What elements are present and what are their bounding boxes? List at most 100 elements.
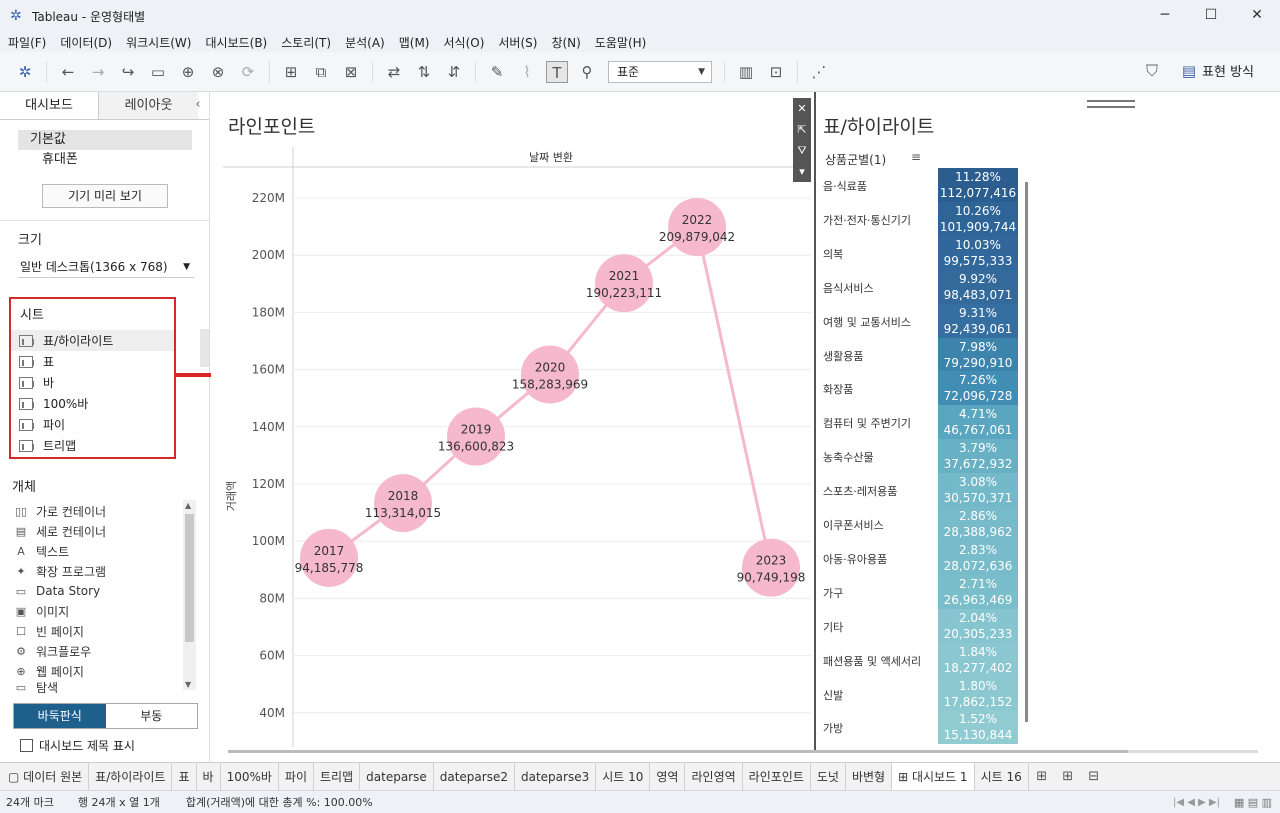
pause-updates-icon[interactable]: ⊗: [207, 61, 229, 83]
object-image[interactable]: ▣ 이미지: [14, 601, 194, 621]
object-blank[interactable]: ☐ 빈 페이지: [14, 621, 194, 641]
sheet-item[interactable]: 파이: [11, 414, 174, 435]
tab-layout[interactable]: 레이아웃: [99, 92, 198, 119]
object-navigation[interactable]: ▭ 탐색: [14, 681, 194, 693]
highlight-row[interactable]: 여행 및 교통서비스 9.31% 92,439,061: [823, 303, 1033, 338]
highlight-icon[interactable]: ✎: [486, 61, 508, 83]
highlight-row[interactable]: 생활용품 7.98% 79,290,910: [823, 337, 1033, 372]
object-extension[interactable]: ✦ 확장 프로그램: [14, 561, 194, 581]
more-options-icon[interactable]: ▾: [793, 161, 811, 182]
menu-story[interactable]: 스토리(T): [281, 34, 331, 51]
tab-sheet[interactable]: 표: [172, 762, 197, 791]
highlight-row[interactable]: 농축수산물 3.79% 37,672,932: [823, 439, 1033, 474]
tab-sheet[interactable]: dateparse2: [434, 762, 515, 791]
sort-icon[interactable]: ≡: [911, 150, 921, 164]
menu-worksheet[interactable]: 워크시트(W): [126, 34, 191, 51]
tab-sheet[interactable]: 시트 10: [596, 762, 651, 791]
close-button[interactable]: ✕: [1234, 0, 1280, 32]
pin-icon[interactable]: ⚲: [576, 61, 598, 83]
highlight-row[interactable]: 이쿠폰서비스 2.86% 28,388,962: [823, 507, 1033, 541]
swap-icon[interactable]: ⇄: [383, 61, 405, 83]
device-default[interactable]: 기본값: [18, 130, 192, 150]
new-datasource-icon[interactable]: ⊕: [177, 61, 199, 83]
show-me-button[interactable]: ▤ 표현 방식: [1182, 61, 1254, 81]
clear-icon[interactable]: ⊠: [340, 61, 362, 83]
menu-dashboard[interactable]: 대시보드(B): [205, 34, 267, 51]
scroll-down-icon[interactable]: ▼: [185, 680, 191, 689]
tab-sheet[interactable]: 라인포인트: [743, 762, 811, 791]
tiled-button[interactable]: 바둑판식: [14, 704, 106, 728]
go-to-sheet-icon[interactable]: ⇱: [793, 119, 811, 140]
object-text[interactable]: A 텍스트: [14, 541, 194, 561]
new-story-icon[interactable]: ⊟: [1081, 763, 1107, 791]
menu-help[interactable]: 도움말(H): [595, 34, 647, 51]
highlight-row[interactable]: 신발 1.80% 17,862,152: [823, 676, 1033, 711]
sheet-item[interactable]: 표: [11, 351, 174, 372]
objects-scrollbar[interactable]: ▲ ▼: [183, 500, 196, 690]
save-icon[interactable]: ▭: [147, 61, 169, 83]
device-preview-button[interactable]: 기기 미리 보기: [42, 184, 168, 208]
menu-server[interactable]: 서버(S): [498, 34, 537, 51]
view-mode-icons[interactable]: ▦ ▤ ▥: [1234, 796, 1272, 809]
duplicate-icon[interactable]: ⧉: [310, 61, 332, 83]
highlight-row[interactable]: 가구 2.71% 26,963,469: [823, 574, 1033, 609]
collapse-pane-icon[interactable]: ‹: [193, 92, 203, 118]
menu-file[interactable]: 파일(F): [8, 34, 46, 51]
sheet-item[interactable]: 바: [11, 372, 174, 393]
tab-sheet[interactable]: 100%바: [221, 762, 279, 791]
highlight-row[interactable]: 컴퓨터 및 주변기기 4.71% 46,767,061: [823, 405, 1033, 440]
new-worksheet-icon[interactable]: ⊞: [280, 61, 302, 83]
horizontal-scrollbar[interactable]: [228, 750, 1258, 753]
menu-format[interactable]: 서식(O): [444, 34, 485, 51]
attach-icon[interactable]: ⌇: [516, 61, 538, 83]
highlight-row[interactable]: 아동·유아용품 2.83% 28,072,636: [823, 540, 1033, 575]
highlight-row[interactable]: 가방 1.52% 15,130,844: [823, 710, 1033, 745]
format-brush-icon[interactable]: ⛉: [1146, 61, 1158, 81]
redo-icon[interactable]: →: [87, 61, 109, 83]
object-web-page[interactable]: ⊕ 웹 페이지: [14, 661, 194, 681]
sheet-navigation[interactable]: |◀ ◀ ▶ ▶|: [1173, 797, 1220, 808]
tab-sheet[interactable]: 트리맵: [314, 762, 361, 791]
object-data-story[interactable]: ▭ Data Story: [14, 581, 194, 601]
object-workflow[interactable]: ⚙ 워크플로우: [14, 641, 194, 661]
tableau-home-icon[interactable]: ✲: [14, 61, 36, 83]
object-horizontal-container[interactable]: ▯▯ 가로 컨테이너: [14, 501, 194, 521]
tab-sheet[interactable]: 라인영역: [685, 762, 743, 791]
refresh-icon[interactable]: ⟳: [237, 61, 259, 83]
menu-data[interactable]: 데이터(D): [60, 34, 112, 51]
highlight-row[interactable]: 패션용품 및 액세서리 1.84% 18,277,402: [823, 642, 1033, 677]
show-dashboard-title-checkbox[interactable]: 대시보드 제목 표시: [20, 737, 135, 754]
undo-icon[interactable]: ←: [57, 61, 79, 83]
sort-ascending-icon[interactable]: ⇅: [413, 61, 435, 83]
minimize-button[interactable]: ─: [1142, 0, 1188, 32]
highlight-row[interactable]: 의복 10.03% 99,575,333: [823, 235, 1033, 270]
sheet-item[interactable]: 트리맵: [11, 435, 174, 456]
highlight-row[interactable]: 기타 2.04% 20,305,233: [823, 608, 1033, 643]
size-select[interactable]: 일반 데스크톱(1366 x 768) ▼: [18, 256, 194, 278]
new-dashboard-icon[interactable]: ⊞: [1055, 763, 1081, 791]
menu-window[interactable]: 창(N): [551, 34, 580, 51]
highlight-row[interactable]: 가전·전자·통신기기 10.26% 101,909,744: [823, 201, 1033, 236]
menu-analysis[interactable]: 분석(A): [345, 34, 385, 51]
tab-dashboard[interactable]: 대시보드: [0, 92, 99, 119]
tab-sheet[interactable]: 영역: [650, 762, 686, 791]
presentation-mode-icon[interactable]: ⊡: [765, 61, 787, 83]
filter-icon[interactable]: ⛛: [793, 140, 811, 161]
tab-datasource[interactable]: ▢ 데이터 원본: [0, 762, 90, 791]
show-cards-icon[interactable]: ▥: [735, 61, 757, 83]
scroll-up-icon[interactable]: ▲: [185, 501, 191, 510]
floating-button[interactable]: 부동: [106, 704, 198, 728]
object-vertical-container[interactable]: ▤ 세로 컨테이너: [14, 521, 194, 541]
show-labels-icon[interactable]: T: [546, 60, 568, 83]
tab-sheet[interactable]: 시트 16: [975, 762, 1029, 791]
highlight-row[interactable]: 음·식료품 11.28% 112,077,416: [823, 168, 1033, 202]
tab-dashboard-active[interactable]: ⊞ 대시보드 1: [892, 762, 975, 791]
drag-handle[interactable]: [1087, 100, 1135, 108]
highlight-row[interactable]: 음식서비스 9.92% 98,483,071: [823, 269, 1033, 304]
highlight-row[interactable]: 화장품 7.26% 72,096,728: [823, 371, 1033, 406]
sheet-item[interactable]: 표/하이라이트: [11, 330, 174, 351]
remove-icon[interactable]: ✕: [793, 98, 811, 119]
tab-sheet[interactable]: 파이: [279, 762, 315, 791]
device-phone[interactable]: 휴대폰: [18, 150, 192, 170]
maximize-button[interactable]: ☐: [1188, 0, 1234, 32]
